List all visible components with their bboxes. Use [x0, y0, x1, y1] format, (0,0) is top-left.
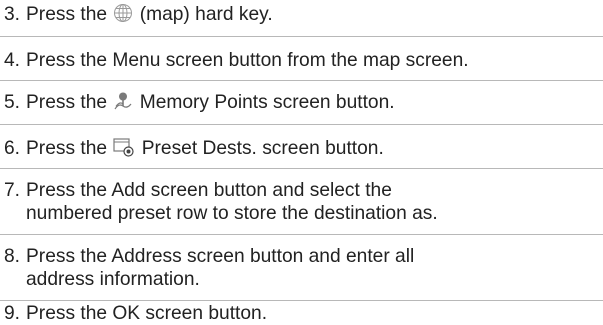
step-9: 9. Press the OK screen button. [4, 302, 600, 325]
step-number: 6. [4, 138, 21, 159]
step-text-before: Press the [26, 138, 113, 159]
step-text-after: Memory Points screen button. [134, 92, 395, 113]
divider [0, 168, 603, 169]
step-number: 7. [4, 180, 21, 201]
step-text: Press the OK screen button. [26, 303, 268, 324]
step-8: 8. Press the Address screen button and en… [4, 245, 600, 291]
globe-icon [113, 3, 133, 23]
step-5: 5. Press the Memory Points screen button. [4, 91, 600, 114]
step-text-after: (map) hard key. [134, 4, 273, 25]
step-number: 4. [4, 50, 21, 71]
step-text-before: Press the [26, 92, 113, 113]
step-text-line1: Press the Add screen button and select t… [26, 180, 392, 201]
step-text-line1: Press the Address screen button and ente… [26, 246, 415, 267]
step-7: 7. Press the Add screen button and select… [4, 179, 600, 225]
step-6: 6. Press the Preset Dests. screen button. [4, 137, 600, 160]
preset-dests-icon [113, 137, 135, 157]
step-text-line2: numbered preset row to store the destina… [26, 203, 438, 224]
step-number: 5. [4, 92, 21, 113]
divider [0, 124, 603, 125]
instruction-list: 3. Press the (map) hard key. 4. Press the … [0, 0, 603, 325]
divider [0, 80, 603, 81]
divider [0, 300, 603, 301]
step-number: 3. [4, 4, 21, 25]
step-4: 4. Press the Menu screen button from the … [4, 49, 600, 72]
step-text-line2: address information. [26, 269, 200, 290]
step-text-before: Press the [26, 4, 113, 25]
divider [0, 234, 603, 235]
step-number: 8. [4, 246, 21, 267]
step-text: Press the Menu screen button from the ma… [26, 50, 469, 71]
step-3: 3. Press the (map) hard key. [4, 3, 600, 26]
memory-points-icon [113, 91, 133, 111]
step-number: 9. [4, 303, 21, 324]
divider [0, 36, 603, 37]
step-text-after: Preset Dests. screen button. [136, 138, 384, 159]
